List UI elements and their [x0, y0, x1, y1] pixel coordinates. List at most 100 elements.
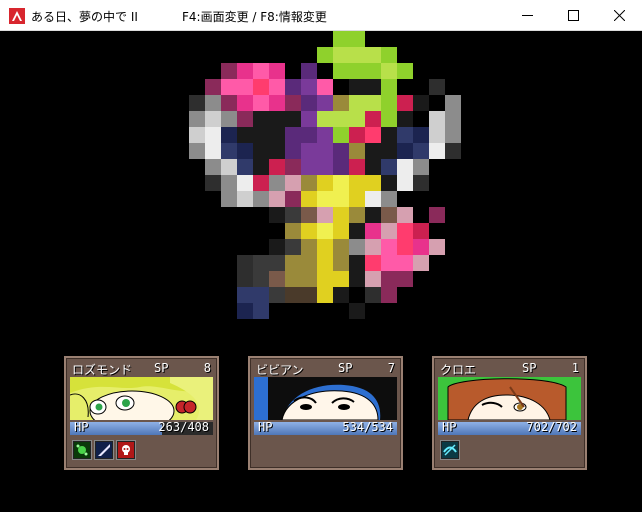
- sprite-pixel: [381, 287, 397, 303]
- key-hint: F4:画面変更 / F8:情報変更: [182, 10, 327, 24]
- sprite-pixel: [397, 223, 413, 239]
- sprite-pixel: [317, 239, 333, 255]
- battle-screen: ロズモンド SP 8 HP 263/408 ビビアン SP 7 HP 534/5…: [0, 31, 642, 512]
- state-icons: [72, 440, 136, 460]
- sprite-pixel: [349, 159, 365, 175]
- sprite-pixel: [269, 79, 285, 95]
- sprite-pixel: [237, 127, 253, 143]
- sprite-pixel: [189, 127, 205, 143]
- sprite-pixel: [349, 47, 365, 63]
- sprite-pixel: [317, 271, 333, 287]
- sprite-pixel: [365, 63, 381, 79]
- sprite-pixel: [301, 255, 317, 271]
- sprite-pixel: [205, 95, 221, 111]
- sprite-pixel: [317, 207, 333, 223]
- sprite-pixel: [301, 79, 317, 95]
- sprite-pixel: [381, 111, 397, 127]
- sprite-pixel: [333, 175, 349, 191]
- sprite-pixel: [365, 207, 381, 223]
- sprite-pixel: [333, 127, 349, 143]
- minimize-button[interactable]: [504, 0, 550, 31]
- sprite-pixel: [333, 47, 349, 63]
- sp-value: 1: [571, 361, 579, 375]
- sprite-pixel: [349, 207, 365, 223]
- sprite-pixel: [189, 95, 205, 111]
- sprite-pixel: [285, 143, 301, 159]
- sprite-pixel: [317, 191, 333, 207]
- sprite-pixel: [381, 79, 397, 95]
- sprite-pixel: [317, 255, 333, 271]
- sprite-pixel: [365, 255, 381, 271]
- sprite-pixel: [365, 127, 381, 143]
- minimize-icon: [521, 15, 533, 16]
- sprite-pixel: [269, 111, 285, 127]
- sprite-pixel: [413, 223, 429, 239]
- sprite-pixel: [301, 271, 317, 287]
- party-panel-3[interactable]: クロエ SP 1 HP 702/702: [432, 356, 587, 470]
- sprite-pixel: [349, 303, 365, 319]
- close-button[interactable]: [596, 0, 642, 31]
- sprite-pixel: [269, 175, 285, 191]
- sprite-pixel: [205, 175, 221, 191]
- status-header: クロエ SP 1: [440, 361, 581, 377]
- sprite-pixel: [365, 159, 381, 175]
- actor-name: クロエ: [440, 363, 477, 377]
- sprite-pixel: [221, 111, 237, 127]
- state-icons: [440, 440, 460, 460]
- maximize-button[interactable]: [550, 0, 596, 31]
- sprite-pixel: [285, 175, 301, 191]
- sprite-pixel: [413, 239, 429, 255]
- sprite-pixel: [301, 191, 317, 207]
- sprite-pixel: [365, 79, 381, 95]
- sprite-pixel: [301, 223, 317, 239]
- sprite-pixel: [349, 191, 365, 207]
- sp-value: 7: [387, 361, 395, 375]
- sprite-pixel: [365, 191, 381, 207]
- maximize-icon: [567, 10, 579, 21]
- sprite-pixel: [397, 207, 413, 223]
- sprite-pixel: [413, 95, 429, 111]
- sprite-pixel: [205, 127, 221, 143]
- sprite-pixel: [333, 95, 349, 111]
- sprite-pixel: [381, 127, 397, 143]
- sprite-pixel: [317, 79, 333, 95]
- sprite-pixel: [349, 127, 365, 143]
- sprite-pixel: [365, 271, 381, 287]
- sprite-pixel: [301, 207, 317, 223]
- sprite-pixel: [253, 95, 269, 111]
- sprite-pixel: [285, 271, 301, 287]
- sprite-pixel: [429, 127, 445, 143]
- sprite-pixel: [301, 63, 317, 79]
- sprite-pixel: [349, 79, 365, 95]
- pixelated-flower-monster-icon[interactable]: [0, 31, 642, 331]
- hp-value: 702/702: [526, 420, 577, 434]
- sprite-pixel: [237, 255, 253, 271]
- sprite-pixel: [333, 111, 349, 127]
- sprite-pixel: [365, 111, 381, 127]
- sprite-pixel: [301, 287, 317, 303]
- sprite-pixel: [237, 287, 253, 303]
- sprite-pixel: [381, 63, 397, 79]
- party-panel-2[interactable]: ビビアン SP 7 HP 534/534: [248, 356, 403, 470]
- sprite-pixel: [365, 143, 381, 159]
- sprite-pixel: [397, 255, 413, 271]
- hp-value: 263/408: [158, 420, 209, 434]
- sprite-pixel: [317, 95, 333, 111]
- sprite-pixel: [349, 223, 365, 239]
- sprite-pixel: [445, 111, 461, 127]
- sprite-pixel: [237, 63, 253, 79]
- sprite-pixel: [205, 159, 221, 175]
- sprite-pixel: [301, 143, 317, 159]
- sprite-pixel: [285, 159, 301, 175]
- sprite-pixel: [253, 303, 269, 319]
- sprite-pixel: [429, 207, 445, 223]
- sprite-pixel: [413, 175, 429, 191]
- blonde-girl-portrait-icon: [70, 377, 213, 420]
- sprite-pixel: [285, 255, 301, 271]
- dark-haired-girl-portrait-icon: [254, 377, 397, 420]
- sprite-pixel: [333, 271, 349, 287]
- sprite-pixel: [333, 207, 349, 223]
- party-panel-1[interactable]: ロズモンド SP 8 HP 263/408: [64, 356, 219, 470]
- sprite-pixel: [397, 111, 413, 127]
- sprite-pixel: [381, 175, 397, 191]
